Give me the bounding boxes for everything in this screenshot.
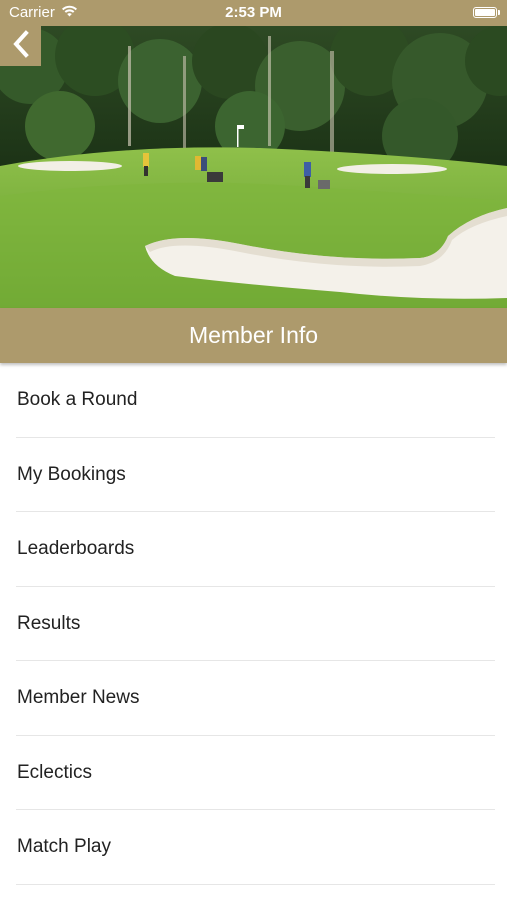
status-bar: Carrier 2:53 PM — [0, 0, 507, 26]
battery-level — [475, 9, 495, 16]
page-title-bar: Member Info — [0, 308, 507, 363]
menu-item-book-a-round[interactable]: Book a Round — [0, 363, 507, 438]
menu-item-label: Leaderboards — [17, 538, 135, 560]
menu-item-eclectics[interactable]: Eclectics — [0, 736, 507, 811]
menu-item-match-play[interactable]: Match Play — [0, 810, 507, 885]
menu-item-my-bookings[interactable]: My Bookings — [0, 438, 507, 513]
chevron-left-icon — [11, 29, 31, 63]
menu-item-label: Eclectics — [17, 761, 92, 783]
menu-item-label: My Bookings — [17, 463, 126, 485]
menu-item-label: Match Play — [17, 836, 111, 858]
back-button[interactable] — [0, 26, 41, 66]
menu-item-label: Member News — [17, 687, 140, 709]
menu-item-results[interactable]: Results — [0, 587, 507, 662]
hero-image — [0, 26, 507, 308]
menu-item-label: Book a Round — [17, 389, 138, 411]
menu-item-label: Results — [17, 612, 81, 634]
member-menu-list: Book a Round My Bookings Leaderboards Re… — [0, 363, 507, 885]
menu-item-member-news[interactable]: Member News — [0, 661, 507, 736]
app-screen: Carrier 2:53 PM Member Info Book a Round… — [0, 0, 507, 900]
menu-item-leaderboards[interactable]: Leaderboards — [0, 512, 507, 587]
status-time: 2:53 PM — [225, 4, 282, 21]
battery-icon — [473, 7, 500, 18]
page-title: Member Info — [188, 322, 319, 348]
